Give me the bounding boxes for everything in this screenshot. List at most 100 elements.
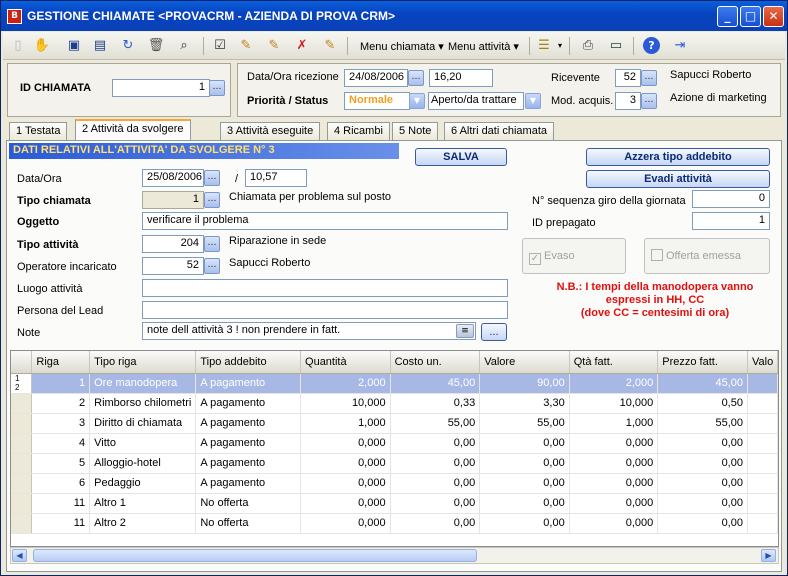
chevron-down-icon[interactable]: ▼ <box>409 93 425 109</box>
cell-qta[interactable]: 0,000 <box>300 493 391 514</box>
print-icon[interactable]: ⎙ <box>579 37 597 55</box>
id-chiamata-field[interactable]: 1 <box>112 79 210 97</box>
cell-addebito[interactable]: A pagamento <box>195 373 302 394</box>
cell-tipo[interactable]: Altro 2 <box>89 513 197 534</box>
table-row[interactable]: 4 Vitto A pagamento 0,000 0,00 0,00 0,000 0,00 <box>11 433 778 454</box>
cell-valo[interactable] <box>747 393 778 414</box>
row-indicator[interactable] <box>11 413 33 434</box>
cell-riga[interactable]: 3 <box>31 413 91 434</box>
cell-valore[interactable]: 0,00 <box>479 493 570 514</box>
operatore-code[interactable]: 52 <box>142 257 204 275</box>
status-select[interactable]: Aperto/da trattare <box>428 92 524 110</box>
calendar-icon[interactable]: … <box>408 70 424 86</box>
cell-riga[interactable]: 4 <box>31 433 91 454</box>
col-valo[interactable]: Valo <box>747 351 778 374</box>
cell-addebito[interactable]: A pagamento <box>195 453 302 474</box>
cell-tipo[interactable]: Altro 1 <box>89 493 197 514</box>
tab-altri-dati[interactable]: 6 Altri dati chiamata <box>444 122 554 140</box>
data-field[interactable]: 25/08/2006 <box>142 169 204 187</box>
cell-qtaf[interactable]: 1,000 <box>569 413 659 434</box>
cell-prezzo[interactable]: 0,50 <box>657 393 748 414</box>
cell-prezzo[interactable]: 0,00 <box>657 473 748 494</box>
ricevente-code-field[interactable]: 52 <box>615 69 641 87</box>
cell-qta[interactable]: 0,000 <box>300 513 391 534</box>
row-indicator[interactable] <box>11 433 33 454</box>
preview-monitor-icon[interactable]: ▭ <box>607 37 625 55</box>
row-indicator[interactable] <box>11 493 33 514</box>
table-row[interactable]: 5 Alloggio-hotel A pagamento 0,000 0,00 0,00 0… <box>11 453 778 474</box>
row-indicator[interactable] <box>11 453 33 474</box>
cell-addebito[interactable]: A pagamento <box>195 433 302 454</box>
cell-tipo[interactable]: Ore manodopera <box>89 373 197 394</box>
tipo-chiamata-lookup-button[interactable]: … <box>204 192 220 208</box>
table-row[interactable]: 1 2 1 Ore manodopera A pagamento 2,000 45,00 9… <box>11 373 778 394</box>
cell-costo[interactable]: 0,00 <box>390 433 481 454</box>
cell-prezzo[interactable]: 55,00 <box>657 413 748 434</box>
cell-valo[interactable] <box>747 473 778 494</box>
cell-valore[interactable]: 0,00 <box>479 473 570 494</box>
cell-valo[interactable] <box>747 453 778 474</box>
cell-costo[interactable]: 0,00 <box>390 513 481 534</box>
cell-addebito[interactable]: No offerta <box>195 493 302 514</box>
chevron-down-icon[interactable]: ▾ <box>551 37 569 55</box>
tab-ricambi[interactable]: 4 Ricambi <box>327 122 390 140</box>
scroll-thumb[interactable] <box>33 549 477 562</box>
tab-note[interactable]: 5 Note <box>392 122 439 140</box>
scroll-right-icon[interactable]: ▶ <box>761 549 776 562</box>
mod-acquis-lookup-button[interactable]: … <box>641 93 657 109</box>
sequenza-field[interactable]: 0 <box>692 190 770 208</box>
cell-prezzo[interactable]: 0,00 <box>657 493 748 514</box>
note-expand-button[interactable]: ... <box>481 323 507 341</box>
cell-prezzo[interactable]: 0,00 <box>657 433 748 454</box>
help-icon[interactable]: ? <box>643 37 660 54</box>
horizontal-scrollbar[interactable]: ◀ ▶ <box>10 547 779 564</box>
cell-tipo[interactable]: Diritto di chiamata <box>89 413 197 434</box>
note-scroll-icon[interactable]: ≡ <box>456 324 474 338</box>
cell-qtaf[interactable]: 0,000 <box>569 453 659 474</box>
calendar-icon[interactable]: … <box>204 170 220 186</box>
prepagato-field[interactable]: 1 <box>692 212 770 230</box>
cell-riga[interactable]: 2 <box>31 393 91 414</box>
save-icon[interactable]: ▣ <box>65 37 83 55</box>
col-qta-fatt[interactable]: Qtà fatt. <box>569 351 659 374</box>
cell-valo[interactable] <box>747 373 778 394</box>
evaso-toggle[interactable]: ✓ Evaso <box>522 238 626 274</box>
cell-addebito[interactable]: A pagamento <box>195 393 302 414</box>
cell-valore[interactable]: 0,00 <box>479 513 570 534</box>
tipo-attivita-lookup-button[interactable]: … <box>204 236 220 252</box>
operatore-lookup-button[interactable]: … <box>204 258 220 274</box>
cell-addebito[interactable]: No offerta <box>195 513 302 534</box>
col-quantita[interactable]: Quantità <box>300 351 391 374</box>
cell-riga[interactable]: 5 <box>31 453 91 474</box>
tab-attivita-eseguite[interactable]: 3 Attività eseguite <box>220 122 321 140</box>
cell-valo[interactable] <box>747 513 778 534</box>
refresh-icon[interactable]: ↻ <box>119 37 137 55</box>
cell-costo[interactable]: 45,00 <box>390 373 481 394</box>
cell-costo[interactable]: 0,00 <box>390 453 481 474</box>
row-indicator[interactable] <box>11 513 33 534</box>
cell-prezzo[interactable]: 0,00 <box>657 513 748 534</box>
close-button[interactable]: ✕ <box>763 6 784 27</box>
menu-chiamata[interactable]: Menu chiamata ▾ <box>360 40 444 53</box>
priorita-select[interactable]: Normale <box>344 92 410 110</box>
cell-qta[interactable]: 0,000 <box>300 473 391 494</box>
cell-tipo[interactable]: Alloggio-hotel <box>89 453 197 474</box>
menu-attivita[interactable]: Menu attività ▾ <box>448 40 519 53</box>
cell-qtaf[interactable]: 0,000 <box>569 513 659 534</box>
cell-qta[interactable]: 0,000 <box>300 433 391 454</box>
cell-valore[interactable]: 0,00 <box>479 433 570 454</box>
delete-icon[interactable]: 🗑 <box>147 37 165 55</box>
cell-riga[interactable]: 11 <box>31 493 91 514</box>
chevron-down-icon[interactable]: ▼ <box>525 93 541 109</box>
cell-valo[interactable] <box>747 433 778 454</box>
cell-qtaf[interactable]: 0,000 <box>569 433 659 454</box>
cancel-edit-icon[interactable]: ✗ <box>293 37 311 55</box>
row-indicator[interactable] <box>11 393 33 414</box>
col-valore[interactable]: Valore <box>479 351 570 374</box>
row-indicator[interactable] <box>11 473 33 494</box>
cell-valore[interactable]: 90,00 <box>479 373 570 394</box>
cell-qta[interactable]: 1,000 <box>300 413 391 434</box>
mod-acquis-code-field[interactable]: 3 <box>615 92 641 110</box>
persona-lead-field[interactable] <box>142 301 508 319</box>
attivita-grid[interactable]: Riga Tipo riga Tipo addebito Quantità Co… <box>10 350 779 547</box>
